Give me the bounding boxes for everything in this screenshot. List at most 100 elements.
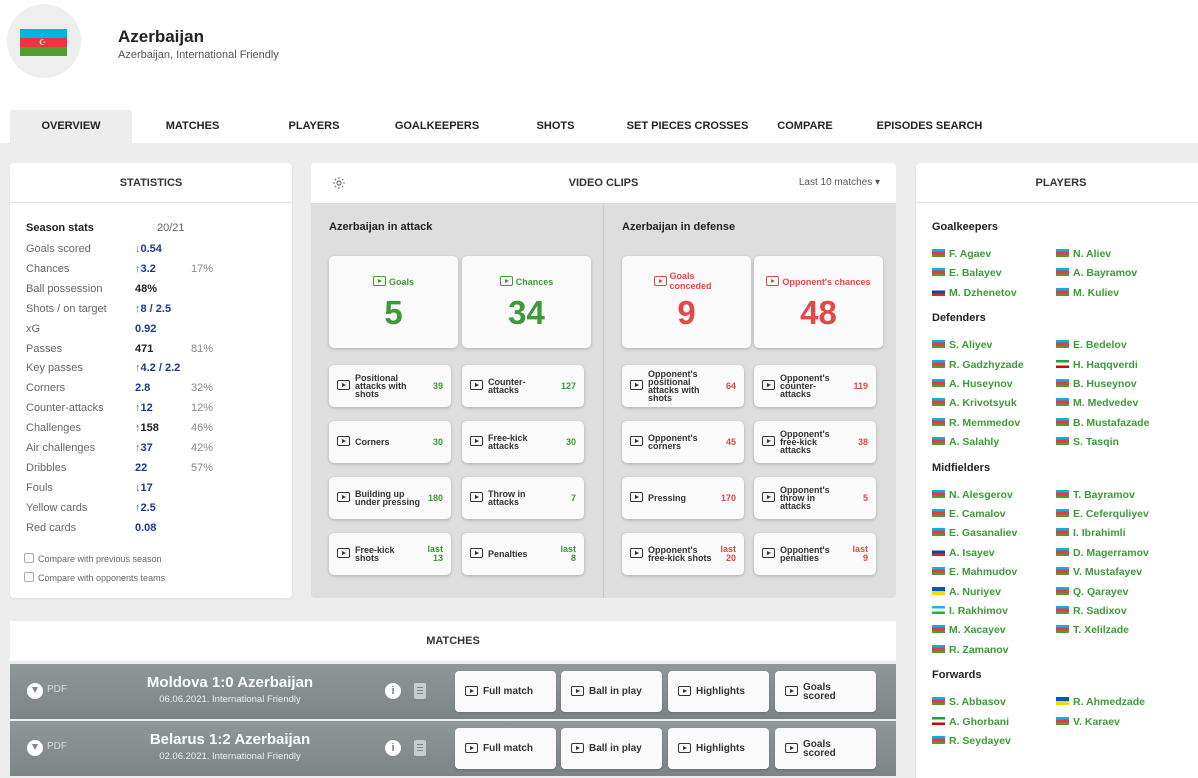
match-clip-button[interactable]: Highlights (668, 671, 769, 712)
match-clip-button[interactable]: Ball in play (561, 671, 662, 712)
report-icon[interactable] (414, 740, 426, 756)
player-link[interactable]: R. Sadixov (1056, 605, 1127, 617)
player-name: A. Nuriyev (949, 585, 1001, 598)
player-link[interactable]: R. Gadzhyzade (932, 359, 1024, 371)
player-link[interactable]: M. Dzhenetov (932, 287, 1017, 299)
player-link[interactable]: S. Tasqin (1056, 436, 1119, 448)
player-link[interactable]: V. Mustafayev (1056, 566, 1142, 578)
player-link[interactable]: N. Alesgerov (932, 489, 1013, 501)
country-flag-icon (932, 489, 945, 498)
match-clip-button[interactable]: Full match (455, 671, 556, 712)
player-link[interactable]: A. Krivotsyuk (932, 397, 1017, 409)
match-clip-button[interactable]: Goals scored (775, 728, 876, 769)
clip-card[interactable]: Penalties last 8 (462, 533, 584, 575)
clip-card[interactable]: Opponent's free-kick shots last 20 (622, 533, 744, 575)
goals-clip-card[interactable]: Goals 5 (329, 256, 458, 348)
player-link[interactable]: A. Nuriyev (932, 586, 1001, 598)
player-link[interactable]: E. Ceferquliyev (1056, 508, 1149, 520)
last-matches-dropdown[interactable]: Last 10 matches ▾ (799, 163, 880, 203)
player-link[interactable]: B. Huseynov (1056, 378, 1137, 390)
player-link[interactable]: E. Camalov (932, 508, 1006, 520)
player-link[interactable]: I. Rakhimov (932, 605, 1008, 617)
clip-count: 127 (560, 380, 576, 391)
tab-set-pieces-crosses[interactable]: SET PIECES CROSSES (620, 110, 755, 143)
clip-card[interactable]: Opponent's counter-attacks 119 (754, 365, 876, 407)
player-link[interactable]: V. Karaev (1056, 716, 1120, 728)
pdf-label[interactable]: PDF (47, 741, 67, 752)
clip-card[interactable]: Free-kick shots last 13 (329, 533, 451, 575)
tab-matches[interactable]: MATCHES (145, 110, 240, 143)
info-icon[interactable]: i (385, 740, 401, 756)
clip-card[interactable]: Opponent's throw in attacks 5 (754, 477, 876, 519)
player-link[interactable]: I. Ibrahimli (1056, 527, 1126, 539)
player-link[interactable]: A. Ghorbani (932, 716, 1009, 728)
azerbaijan-flag-icon: ☪ (20, 29, 67, 56)
player-link[interactable]: A. Bayramov (1056, 267, 1137, 279)
report-icon[interactable] (414, 683, 426, 699)
pdf-label[interactable]: PDF (47, 684, 67, 695)
clip-card[interactable]: Free-kick attacks 30 (462, 421, 584, 463)
match-clip-button[interactable]: Ball in play (561, 728, 662, 769)
clip-card[interactable]: Opponent's positional attacks with shots… (622, 365, 744, 407)
country-flag-icon (1056, 547, 1069, 556)
stat-value: ↑8 / 2.5 (135, 303, 171, 315)
player-name: H. Haqqverdi (1073, 358, 1138, 371)
player-link[interactable]: E. Gasanaliev (932, 527, 1017, 539)
player-link[interactable]: E. Bedelov (1056, 339, 1127, 351)
player-link[interactable]: N. Aliev (1056, 248, 1111, 260)
player-link[interactable]: M. Xacayev (932, 624, 1006, 636)
clip-card[interactable]: Counter-attacks 127 (462, 365, 584, 407)
player-link[interactable]: S. Abbasov (932, 696, 1006, 708)
chances-clip-card[interactable]: Chances 34 (462, 256, 591, 348)
player-link[interactable]: B. Mustafazade (1056, 417, 1149, 429)
stat-percent: 46% (191, 422, 214, 435)
player-link[interactable]: S. Aliyev (932, 339, 992, 351)
player-link[interactable]: F. Agaev (932, 248, 991, 260)
clip-card[interactable]: Positional attacks with shots 39 (329, 365, 451, 407)
player-link[interactable]: T. Xelilzade (1056, 624, 1129, 636)
match-clip-button[interactable]: Highlights (668, 728, 769, 769)
match-clip-button[interactable]: Full match (455, 728, 556, 769)
player-link[interactable]: R. Seydayev (932, 735, 1011, 747)
clip-card[interactable]: Throw in attacks 7 (462, 477, 584, 519)
clip-card[interactable]: Opponent's penalties last 9 (754, 533, 876, 575)
player-link[interactable]: R. Memmedov (932, 417, 1020, 429)
tab-overview[interactable]: OVERVIEW (10, 110, 132, 143)
info-icon[interactable]: i (385, 683, 401, 699)
player-link[interactable]: M. Medvedev (1056, 397, 1138, 409)
player-link[interactable]: A. Huseynov (932, 378, 1013, 390)
player-link[interactable]: T. Bayramov (1056, 489, 1135, 501)
player-link[interactable]: E. Mahmudov (932, 566, 1017, 578)
player-link[interactable]: Q. Qarayev (1056, 586, 1128, 598)
player-link[interactable]: A. Isayev (932, 547, 995, 559)
tab-shots[interactable]: SHOTS (528, 110, 583, 143)
player-link[interactable]: H. Haqqverdi (1056, 359, 1138, 371)
compare-previous-season-checkbox[interactable]: Compare with previous season (24, 553, 162, 564)
download-pdf-icon[interactable] (27, 683, 43, 699)
clip-card[interactable]: Opponent's free-kick attacks 38 (754, 421, 876, 463)
player-link[interactable]: R. Zamanov (932, 644, 1009, 656)
player-link[interactable]: D. Magerramov (1056, 547, 1149, 559)
statistics-title: STATISTICS (10, 163, 292, 203)
tab-compare[interactable]: COMPARE (770, 110, 840, 143)
clip-card[interactable]: Pressing 170 (622, 477, 744, 519)
download-pdf-icon[interactable] (27, 740, 43, 756)
country-flag-icon (932, 606, 945, 614)
tab-goalkeepers[interactable]: GOALKEEPERS (387, 110, 487, 143)
player-link[interactable]: E. Balayev (932, 267, 1002, 279)
clip-card[interactable]: Opponent's corners 45 (622, 421, 744, 463)
stat-number: 2.5 (140, 501, 156, 514)
clip-card[interactable]: Building up under pressing 180 (329, 477, 451, 519)
tab-players[interactable]: PLAYERS (278, 110, 350, 143)
player-link[interactable]: A. Salahly (932, 436, 999, 448)
tab-episodes-search[interactable]: EPISODES SEARCH (872, 110, 987, 143)
compare-opponents-checkbox[interactable]: Compare with opponents teams (24, 572, 165, 583)
match-clip-button[interactable]: Goals scored (775, 671, 876, 712)
opponents-chances-clip-card[interactable]: Opponent's chances 48 (754, 256, 883, 348)
clip-card[interactable]: Corners 30 (329, 421, 451, 463)
stat-value: 48% (135, 283, 157, 295)
stat-percent: 32% (191, 382, 214, 395)
player-link[interactable]: R. Ahmedzade (1056, 696, 1145, 708)
player-link[interactable]: M. Kuliev (1056, 287, 1119, 299)
goals-conceded-clip-card[interactable]: Goals conceded 9 (622, 256, 751, 348)
